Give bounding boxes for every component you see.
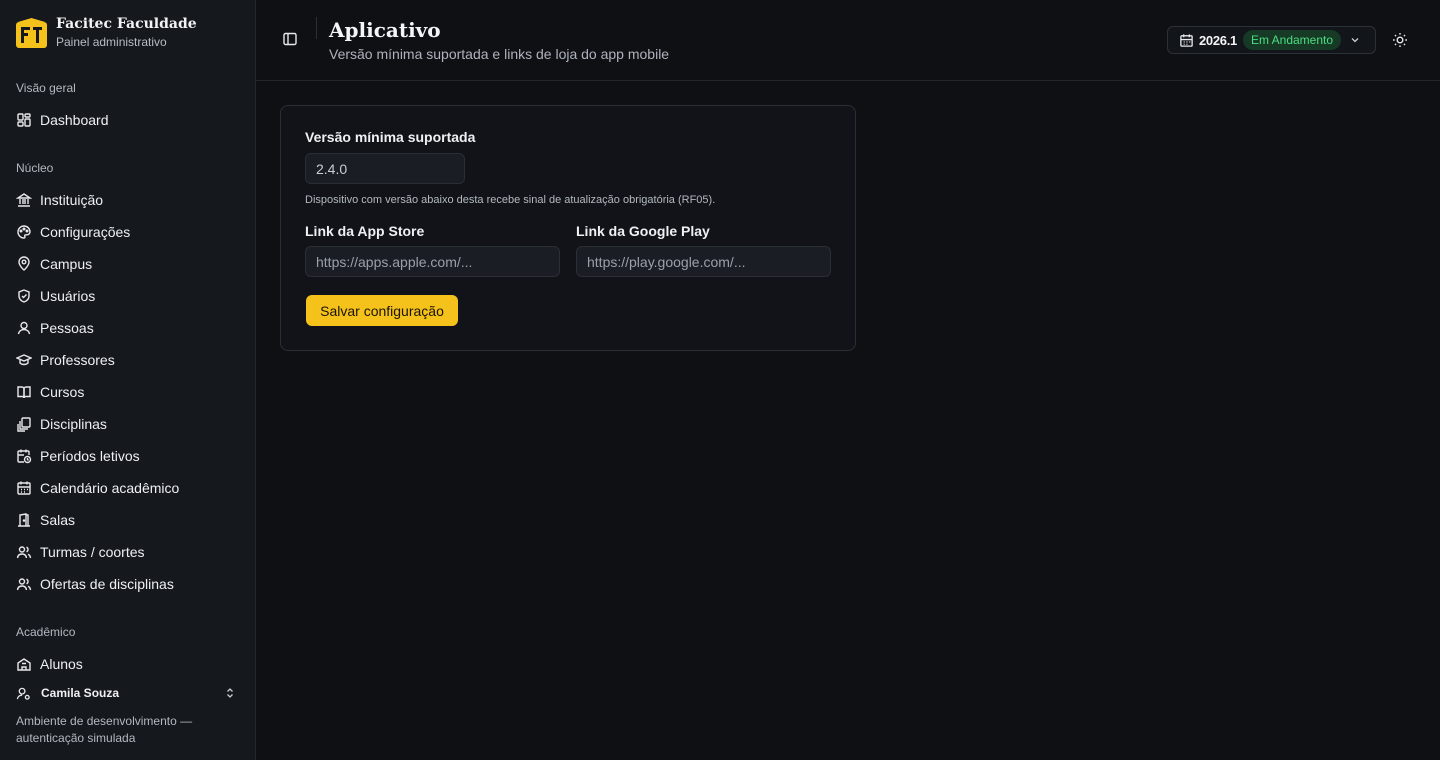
environment-note: Ambiente de desenvolvimento — autenticaç… — [16, 714, 193, 745]
sidebar-item-label: Disciplinas — [40, 416, 107, 432]
sidebar-item-label: Campus — [40, 256, 93, 272]
sidebar-item-disciplinas[interactable]: Disciplinas — [16, 412, 240, 436]
sidebar-item-instituicao[interactable]: Instituição — [16, 188, 240, 212]
sidebar-item-periodos-letivos[interactable]: Períodos letivos — [16, 444, 240, 468]
user-menu[interactable]: Camila Souza — [16, 684, 240, 702]
user-cog-icon — [16, 687, 30, 700]
app-settings-card: Versão mínima suportada 2.4.0 Dispositiv… — [280, 105, 856, 351]
sidebar: Facitec Faculdade Painel administrativo … — [0, 0, 256, 760]
period-selector[interactable]: 2026.1 Em Andamento — [1167, 26, 1376, 54]
min-version-label: Versão mínima suportada — [305, 129, 476, 145]
logo-icon — [16, 18, 47, 48]
brand-subtitle: Painel administrativo — [56, 35, 167, 49]
book-open-icon — [17, 386, 31, 399]
sidebar-item-pessoas[interactable]: Pessoas — [16, 316, 240, 340]
save-button[interactable]: Salvar configuração — [306, 295, 458, 326]
google-play-label: Link da Google Play — [576, 223, 710, 239]
library-icon — [17, 417, 31, 432]
palette-icon — [17, 225, 31, 239]
page-header: Aplicativo Versão mínima suportada e lin… — [256, 0, 1440, 81]
sidebar-item-label: Instituição — [40, 192, 104, 208]
sidebar-item-label: Cursos — [40, 384, 85, 400]
section-label-visao-geral: Visão geral — [16, 81, 76, 95]
users-icon — [16, 578, 32, 591]
sidebar-item-usuarios[interactable]: Usuários — [16, 284, 240, 308]
sidebar-item-label: Pessoas — [40, 320, 94, 336]
sidebar-item-label: Salas — [40, 512, 76, 528]
map-pin-icon — [18, 256, 30, 271]
user-name: Camila Souza — [41, 686, 120, 700]
status-badge: Em Andamento — [1242, 30, 1342, 50]
users-icon — [16, 546, 32, 559]
sidebar-item-label: Ofertas de disciplinas — [40, 576, 174, 592]
google-play-input[interactable]: https://play.google.com/... — [576, 246, 831, 277]
calendar-icon — [1180, 33, 1193, 47]
min-version-hint: Dispositivo com versão abaixo desta rece… — [305, 194, 716, 206]
brand-name: Facitec Faculdade — [56, 16, 197, 32]
app-store-input[interactable]: https://apps.apple.com/... — [305, 246, 560, 277]
sidebar-item-salas[interactable]: Salas — [16, 508, 240, 532]
calendar-clock-icon — [17, 449, 32, 464]
sidebar-item-cursos[interactable]: Cursos — [16, 380, 240, 404]
period-year: 2026.1 — [1199, 32, 1237, 48]
sidebar-item-label: Períodos letivos — [40, 448, 140, 464]
sidebar-item-label: Calendário acadêmico — [40, 480, 180, 496]
sidebar-item-calendario-academico[interactable]: Calendário acadêmico — [16, 476, 240, 500]
dashboard-icon — [17, 113, 31, 127]
sidebar-item-campus[interactable]: Campus — [16, 252, 240, 276]
chevrons-up-down-icon — [227, 688, 233, 698]
user-icon — [17, 321, 31, 335]
sidebar-item-configuracoes[interactable]: Configurações — [16, 220, 240, 244]
sidebar-item-ofertas-de-disciplinas[interactable]: Ofertas de disciplinas — [16, 572, 240, 596]
chevron-down-icon — [1351, 38, 1359, 43]
door-icon — [18, 513, 30, 527]
sun-icon[interactable] — [1392, 32, 1408, 48]
sidebar-item-label: Dashboard — [40, 112, 109, 128]
page-title: Aplicativo — [329, 18, 441, 42]
header-divider — [316, 17, 317, 39]
landmark-icon — [16, 193, 32, 207]
sidebar-item-label: Professores — [40, 352, 115, 368]
sidebar-item-alunos[interactable]: Alunos — [16, 652, 240, 676]
calendar-icon — [17, 481, 31, 495]
sidebar-item-label: Configurações — [40, 224, 131, 240]
page-subtitle: Versão mínima suportada e links de loja … — [329, 46, 670, 62]
school-icon — [17, 658, 31, 671]
graduation-cap-icon — [16, 354, 32, 366]
sidebar-item-label: Usuários — [40, 288, 96, 304]
sidebar-item-label: Alunos — [40, 656, 83, 672]
shield-icon — [18, 289, 30, 303]
app-store-label: Link da App Store — [305, 223, 425, 239]
section-label-academico: Acadêmico — [16, 625, 76, 639]
sidebar-item-label: Turmas / coortes — [40, 544, 145, 560]
sidebar-item-dashboard[interactable]: Dashboard — [16, 108, 240, 132]
sidebar-toggle-icon[interactable] — [282, 31, 298, 47]
sidebar-item-turmas-coortes[interactable]: Turmas / coortes — [16, 540, 240, 564]
sidebar-item-professores[interactable]: Professores — [16, 348, 240, 372]
section-label-nucleo: Núcleo — [16, 161, 54, 175]
min-version-input[interactable]: 2.4.0 — [305, 153, 465, 184]
brand[interactable]: Facitec Faculdade Painel administrativo — [16, 16, 197, 50]
